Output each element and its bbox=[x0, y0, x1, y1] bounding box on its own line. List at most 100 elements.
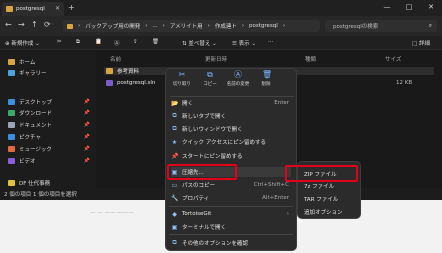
pin-icon: 📌 bbox=[83, 109, 90, 116]
copy-icon[interactable]: ⧉ bbox=[76, 39, 80, 46]
details-button[interactable]: □ 詳細 bbox=[412, 39, 430, 47]
refresh-button[interactable]: ⟳ bbox=[44, 20, 51, 29]
crumb-sep: › bbox=[162, 23, 165, 29]
menu-item-open-new-tab[interactable]: ⧉ 新しいタブで開く bbox=[171, 111, 293, 121]
view-button[interactable]: ☰ 表示 ⌄ bbox=[232, 39, 256, 47]
crumb-sep: › bbox=[282, 23, 286, 29]
tab-close-icon[interactable]: ✕ bbox=[55, 5, 60, 12]
back-button[interactable]: ← bbox=[5, 20, 12, 29]
submenu-item-additional[interactable]: 追加オプション bbox=[304, 208, 343, 216]
crumb-sep: › bbox=[207, 23, 210, 29]
sidebar-item-downloads[interactable]: ダウンロード 📌 bbox=[8, 108, 92, 117]
menu-item-pin-start[interactable]: 📌 スタートにピン留めする bbox=[171, 151, 293, 161]
submenu-item-label: 7z ファイル bbox=[304, 184, 335, 190]
folder-icon bbox=[6, 6, 13, 12]
ctx-copy-button[interactable]: ⧉ コピー bbox=[197, 71, 223, 88]
crumb-postgresql[interactable]: postgresql bbox=[249, 23, 278, 29]
column-modified[interactable]: 更新日時 bbox=[205, 55, 227, 63]
ctx-rename-button[interactable]: Ⓐ 名前の変更 bbox=[225, 71, 251, 88]
sidebar-item-label: ミュージック bbox=[19, 146, 52, 153]
menu-item-open-new-window[interactable]: ⧉ 新しいウィンドウで開く bbox=[171, 124, 293, 134]
menu-shortcut: Alt+Enter bbox=[262, 195, 289, 201]
folder-open-icon: 📂 bbox=[171, 99, 179, 107]
sidebar-item-home[interactable]: ホーム bbox=[8, 57, 92, 66]
ctx-cut-button[interactable]: ✂ 切り取り bbox=[169, 71, 195, 88]
new-tab-icon: ⧉ bbox=[172, 112, 177, 119]
separator bbox=[169, 234, 293, 235]
sidebar-item-gallery[interactable]: ギャラリー bbox=[8, 68, 92, 77]
menu-item-label: 開く bbox=[182, 101, 194, 107]
sidebar-item-music[interactable]: ミュージック 📌 bbox=[8, 144, 92, 153]
column-size[interactable]: サイズ bbox=[385, 55, 401, 63]
submenu-item-tar[interactable]: TAR ファイル bbox=[304, 195, 338, 203]
download-icon bbox=[8, 109, 15, 116]
music-icon bbox=[8, 145, 15, 152]
ctx-action-label: コピー bbox=[203, 82, 217, 87]
new-window-icon: ⧉ bbox=[172, 125, 177, 132]
column-name[interactable]: 名前 bbox=[110, 55, 121, 63]
menu-item-more-options[interactable]: ⧉ その他のオプションを確認 bbox=[171, 238, 293, 248]
sidebar-item-label: ドキュメント bbox=[19, 122, 53, 129]
close-window-button[interactable]: ✕ bbox=[420, 0, 442, 14]
crumb-sep: › bbox=[241, 23, 245, 29]
sidebar-item-df[interactable]: DF 仕代事務 bbox=[8, 178, 92, 187]
minimize-button[interactable]: — bbox=[376, 0, 398, 14]
submenu-item-7z[interactable]: 7z ファイル bbox=[304, 182, 334, 190]
folder-icon bbox=[67, 23, 73, 29]
maximize-button[interactable]: □ bbox=[398, 0, 420, 14]
menu-item-label: パスのコピー bbox=[182, 183, 216, 189]
crumb-america[interactable]: アメリイト用 bbox=[170, 22, 203, 30]
share-icon[interactable]: ⇪ bbox=[133, 39, 138, 45]
menu-item-tortoisegit[interactable]: ◆ TortoiseGit › bbox=[171, 209, 293, 219]
more-button[interactable]: ··· bbox=[268, 39, 273, 45]
new-button[interactable]: ⊕ 新規作成 ⌄ bbox=[5, 39, 40, 47]
chevron-right-icon: › bbox=[286, 211, 289, 217]
menu-item-open[interactable]: 📂 開く Enter bbox=[171, 98, 293, 108]
crumb-sakusei[interactable]: 作成連ト bbox=[215, 22, 237, 30]
sidebar-item-label: ギャラリー bbox=[19, 70, 47, 77]
delete-icon[interactable]: 🗑 bbox=[152, 39, 159, 45]
ctx-action-label: 切り取り bbox=[173, 82, 191, 87]
menu-item-properties[interactable]: 🔧 プロパティ Alt+Enter bbox=[171, 193, 293, 203]
menu-shortcut: Ctrl+Shift+C bbox=[253, 182, 289, 188]
crumb-backup-dev[interactable]: バックアップ用の開発 bbox=[85, 22, 140, 30]
terminal-icon: ▣ bbox=[171, 223, 178, 231]
menu-item-label: プロパティ bbox=[182, 196, 210, 202]
sidebar-item-documents[interactable]: ドキュメント 📌 bbox=[8, 120, 92, 129]
tab-postgresql[interactable]: postgresql ✕ bbox=[2, 2, 64, 16]
search-icon: ⌕ bbox=[428, 22, 432, 29]
submenu-item-label: 追加オプション bbox=[304, 210, 343, 216]
search-input[interactable]: postgresqlの検索 ⌕ bbox=[325, 20, 437, 32]
highlight-zip bbox=[285, 165, 358, 182]
sidebar-item-desktop[interactable]: デスクトップ 📌 bbox=[8, 97, 92, 106]
up-button[interactable]: ↑ bbox=[31, 20, 38, 29]
home-icon bbox=[8, 58, 15, 65]
menu-item-label: スタートにピン留めする bbox=[182, 154, 243, 160]
paste-icon[interactable]: 📋 bbox=[95, 39, 102, 45]
pin-icon: 📌 bbox=[83, 157, 90, 164]
menu-item-copy-path[interactable]: ▭ パスのコピー Ctrl+Shift+C bbox=[171, 180, 293, 190]
sidebar-item-label: デスクトップ bbox=[19, 99, 53, 106]
rename-icon[interactable]: Ⓐ bbox=[114, 39, 120, 47]
crumb-ellipsis[interactable]: ... bbox=[152, 23, 157, 29]
breadcrumb[interactable]: › バックアップ用の開発 › ... › アメリイト用 › 作成連ト › pos… bbox=[63, 20, 320, 32]
gallery-icon bbox=[8, 69, 15, 76]
sidebar-item-label: DF 仕代事務 bbox=[19, 180, 51, 187]
ctx-delete-button[interactable]: 🗑 削除 bbox=[253, 71, 279, 88]
column-type[interactable]: 種類 bbox=[305, 55, 316, 63]
sidebar-item-videos[interactable]: ビデオ 📌 bbox=[8, 156, 92, 165]
star-icon: ★ bbox=[171, 138, 178, 146]
sidebar-item-pictures[interactable]: ピクチャ 📌 bbox=[8, 132, 92, 141]
pin-icon: 📌 bbox=[83, 145, 90, 152]
tab-title: postgresql bbox=[16, 6, 45, 12]
separator bbox=[170, 96, 294, 97]
menu-item-open-terminal[interactable]: ▣ ターミナルで開く bbox=[171, 222, 293, 232]
sidebar-item-label: ホーム bbox=[19, 59, 36, 66]
cut-icon[interactable]: ✂ bbox=[57, 39, 62, 45]
forward-button[interactable]: → bbox=[18, 20, 25, 29]
menu-item-pin-quick-access[interactable]: ★ クイック アクセスにピン留めする bbox=[171, 137, 293, 147]
new-tab-button[interactable]: + bbox=[68, 3, 75, 12]
document-icon bbox=[8, 121, 15, 128]
address-row: ← → ↑ ⟳ › バックアップ用の開発 › ... › アメリイト用 › 作成… bbox=[0, 16, 442, 36]
sort-button[interactable]: ⇅ 並べ替え ⌄ bbox=[182, 39, 217, 47]
